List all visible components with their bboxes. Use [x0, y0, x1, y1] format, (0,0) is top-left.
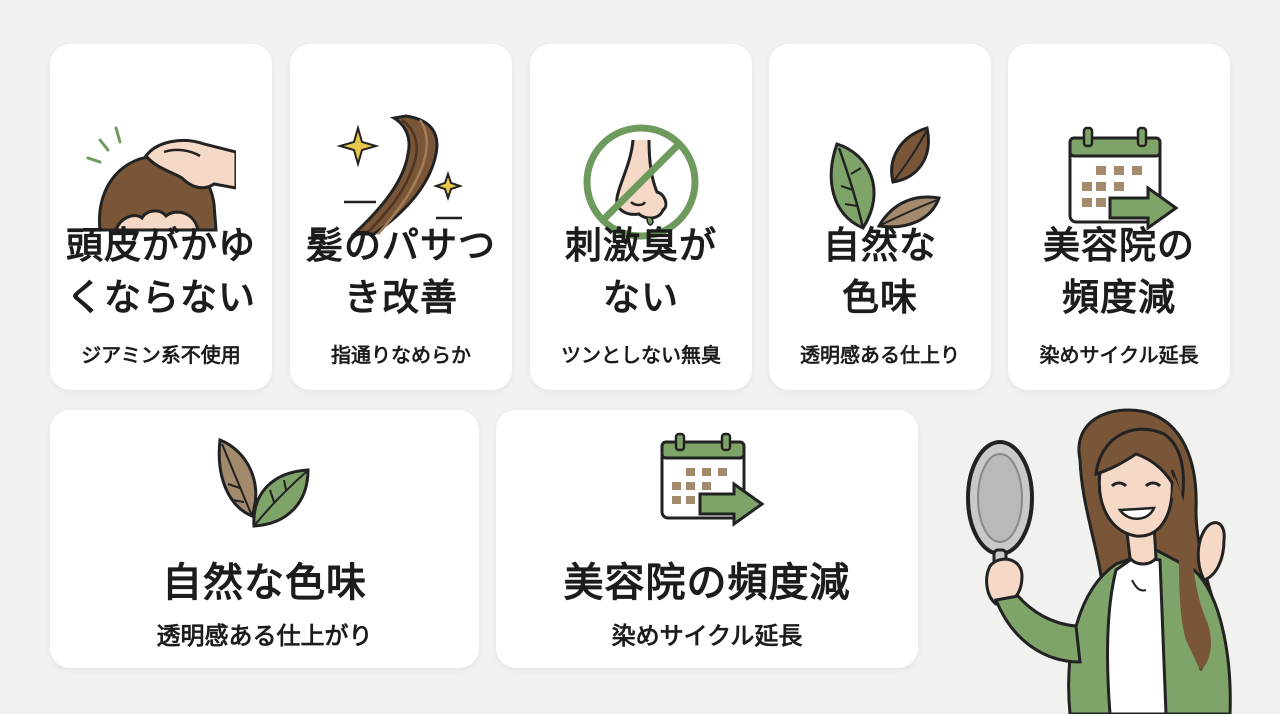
- card-title: 頭皮がかゆ くならない: [66, 224, 256, 319]
- scalp-hand-icon: [86, 126, 236, 232]
- card-title: 美容院の 頻度減: [1043, 224, 1195, 319]
- card-subtitle: 透明感ある仕上り: [800, 343, 960, 367]
- card-title: 自然な 色味: [823, 224, 937, 319]
- card-subtitle: ツンとしない無臭: [561, 343, 721, 367]
- card-title: 刺激臭が ない: [565, 224, 717, 319]
- card-title: 美容院の頻度減: [563, 560, 851, 606]
- card-subtitle: ジアミン系不使用: [81, 343, 241, 367]
- feature-card-salon: 美容院の 頻度減 染めサイクル延長: [1008, 44, 1230, 390]
- calendar-arrow-icon: [660, 432, 765, 527]
- large-card-color: 自然な色味 透明感ある仕上がり: [50, 410, 479, 668]
- large-card-salon: 美容院の頻度減 染めサイクル延長: [496, 410, 918, 668]
- leaves-icon: [829, 126, 942, 230]
- feature-card-scalp: 頭皮がかゆ くならない ジアミン系不使用: [50, 44, 272, 390]
- card-subtitle: 透明感ある仕上がり: [156, 622, 373, 650]
- feature-card-hair: 髪のパサつ き改善 指通りなめらか: [290, 44, 512, 390]
- card-title: 自然な色味: [162, 560, 367, 606]
- card-subtitle: 染めサイクル延長: [611, 622, 803, 650]
- feature-card-smell: 刺激臭が ない ツンとしない無臭: [530, 44, 752, 390]
- leaves-icon: [217, 437, 310, 528]
- card-subtitle: 染めサイクル延長: [1039, 343, 1199, 367]
- feature-card-color: 自然な 色味 透明感ある仕上り: [769, 44, 991, 390]
- card-title: 髪のパサつ き改善: [306, 224, 496, 319]
- card-subtitle: 指通りなめらか: [331, 343, 471, 367]
- woman-with-hand-mirror-icon: [966, 408, 1232, 714]
